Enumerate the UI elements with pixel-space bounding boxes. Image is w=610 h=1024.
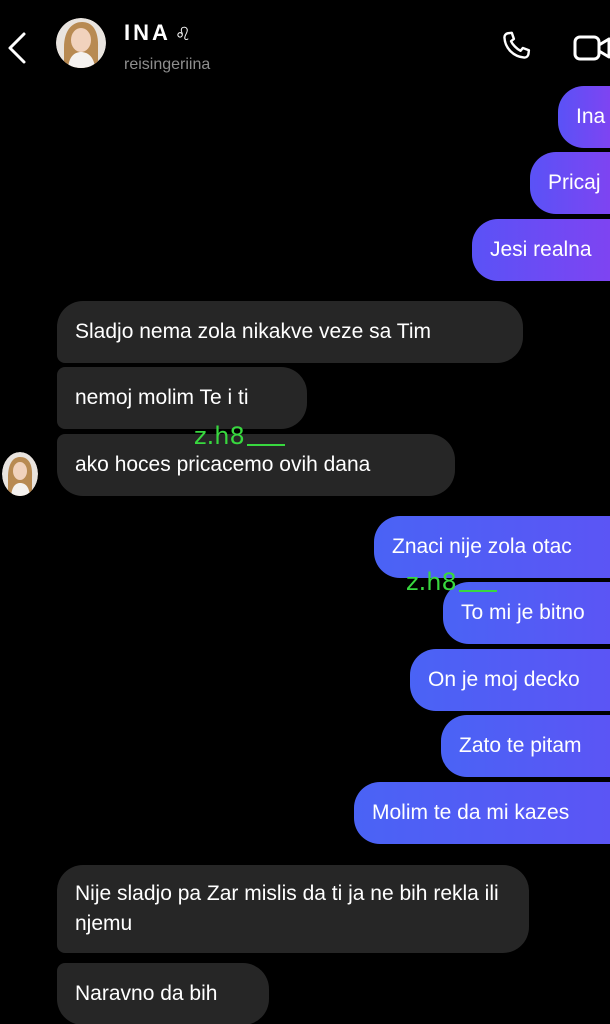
message-bubble-outgoing[interactable]: Molim te da mi kazes <box>354 782 610 844</box>
contact-handle: reisingeriina <box>124 56 211 73</box>
message-text: Jesi realna <box>490 238 592 261</box>
message-bubble-incoming[interactable]: Nije sladjo pa Zar mislis da ti ja ne bi… <box>57 865 529 953</box>
sender-avatar[interactable] <box>2 452 38 496</box>
message-bubble-incoming[interactable]: nemoj molim Te i ti <box>57 367 307 429</box>
watermark-text: z.h8 <box>406 568 457 596</box>
message-text: Sladjo nema zola nikakve veze sa Tim <box>75 320 432 343</box>
message-text: Naravno da bih <box>75 982 218 1005</box>
message-text: Nije sladjo pa Zar mislis da ti ja ne bi… <box>75 882 499 935</box>
contact-name[interactable]: INA ♌ <box>124 20 191 46</box>
back-button[interactable] <box>2 28 32 68</box>
message-bubble-outgoing[interactable]: Zato te pitam <box>441 715 610 777</box>
chat-header: INA ♌ reisingeriina <box>0 0 610 90</box>
message-bubble-incoming[interactable]: Naravno da bih <box>57 963 269 1024</box>
message-bubble-outgoing[interactable]: Ina <box>558 86 610 148</box>
message-text: nemoj molim Te i ti <box>75 386 249 409</box>
avatar[interactable] <box>56 18 106 68</box>
video-call-button[interactable] <box>572 30 610 66</box>
watermark: z.h8 <box>406 568 497 596</box>
phone-icon <box>503 31 531 59</box>
video-camera-icon <box>573 35 610 61</box>
message-text: ako hoces pricacemo ovih dana <box>75 453 371 476</box>
message-text: Ina <box>576 105 606 128</box>
watermark: z.h8 <box>194 422 285 450</box>
message-text: Zato te pitam <box>459 734 582 757</box>
message-bubble-outgoing[interactable]: On je moj decko <box>410 649 610 711</box>
contact-name-text: INA <box>124 20 171 45</box>
message-bubble-incoming[interactable]: Sladjo nema zola nikakve veze sa Tim <box>57 301 523 363</box>
message-text: Znaci nije zola otac <box>392 535 572 558</box>
chevron-left-icon <box>8 32 26 64</box>
message-text: On je moj decko <box>428 668 580 691</box>
message-text: Pricaj <box>548 171 601 194</box>
call-button[interactable] <box>498 28 534 64</box>
message-bubble-outgoing[interactable]: Pricaj <box>530 152 610 214</box>
message-bubble-outgoing[interactable]: Jesi realna <box>472 219 610 281</box>
watermark-text: z.h8 <box>194 422 245 450</box>
zodiac-sign: ♌ <box>174 24 192 44</box>
message-text: To mi je bitno <box>461 601 585 624</box>
message-text: Molim te da mi kazes <box>372 801 570 824</box>
